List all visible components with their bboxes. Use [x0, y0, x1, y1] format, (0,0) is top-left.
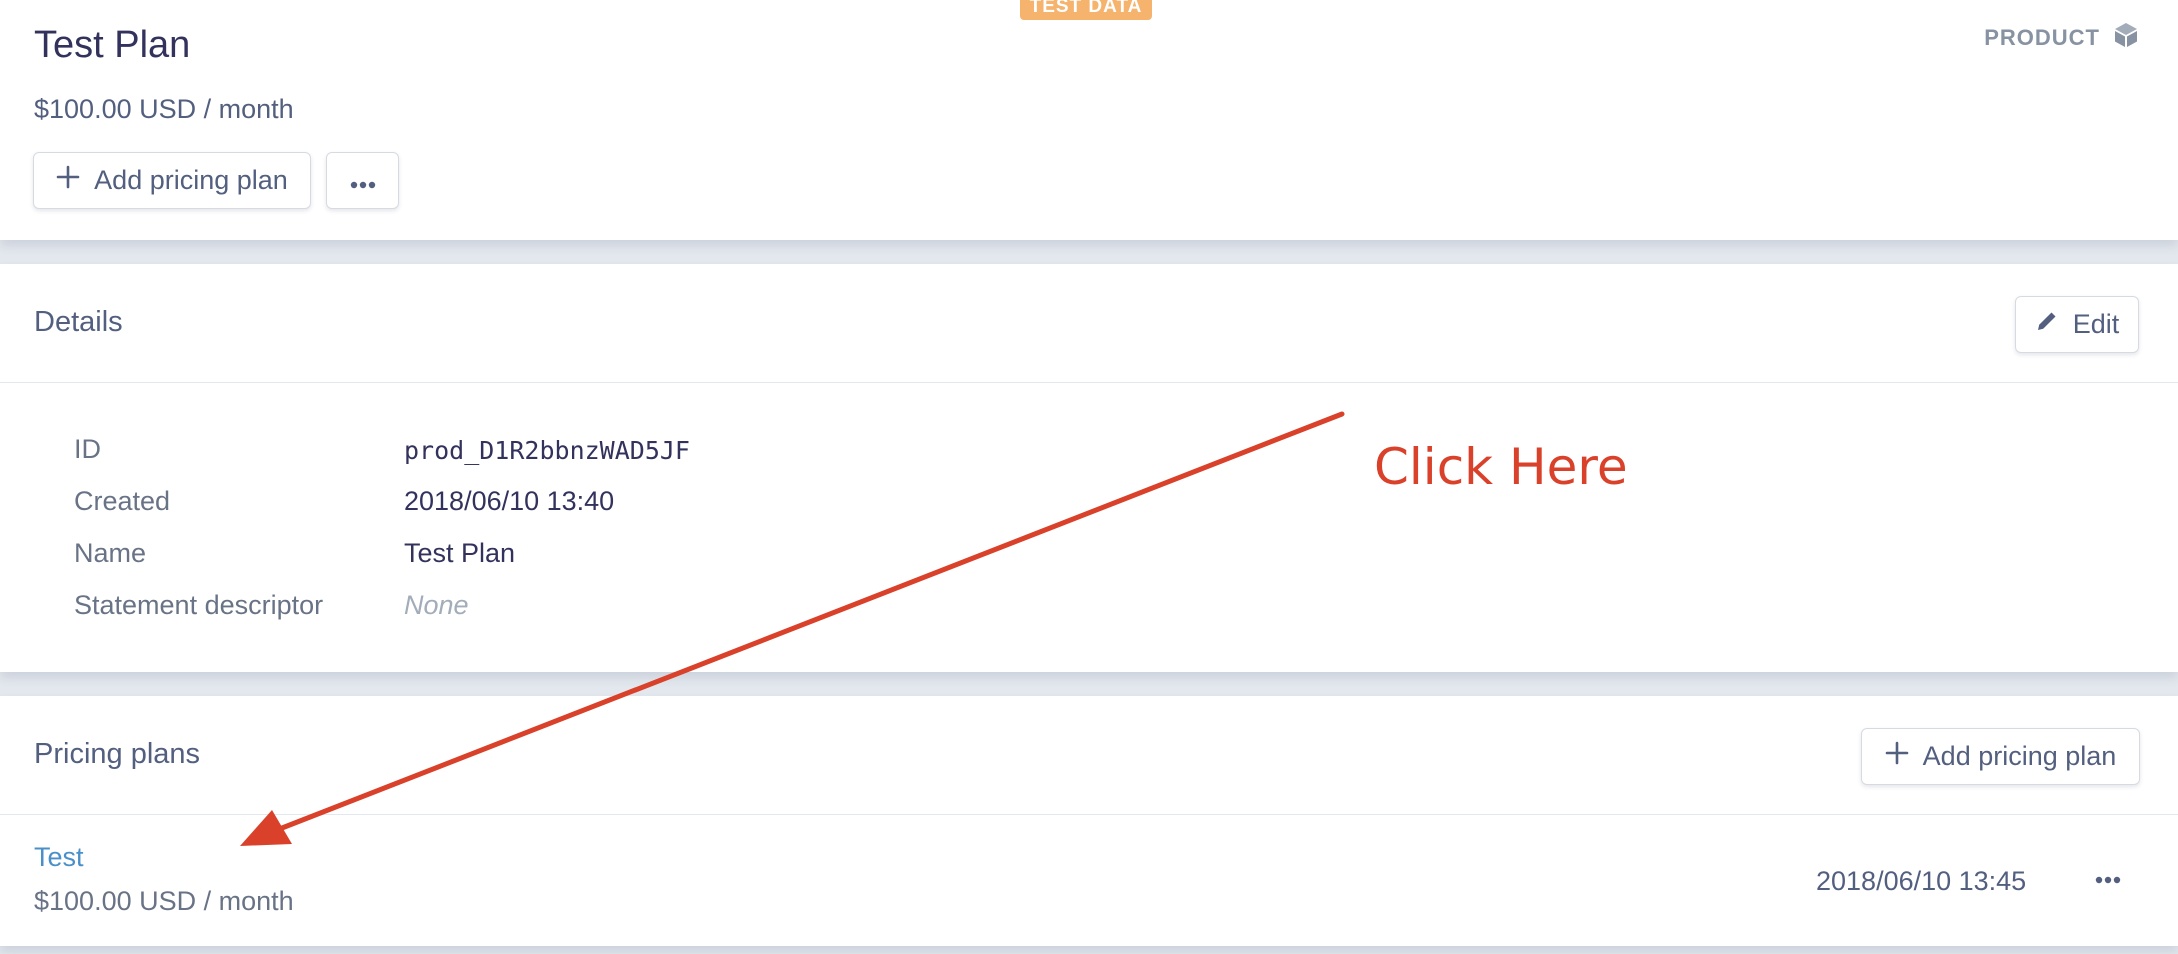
annotation-arrow-line — [279, 411, 1345, 831]
annotation-text: Click Here — [1374, 438, 1628, 496]
annotation-overlay — [240, 411, 1345, 846]
